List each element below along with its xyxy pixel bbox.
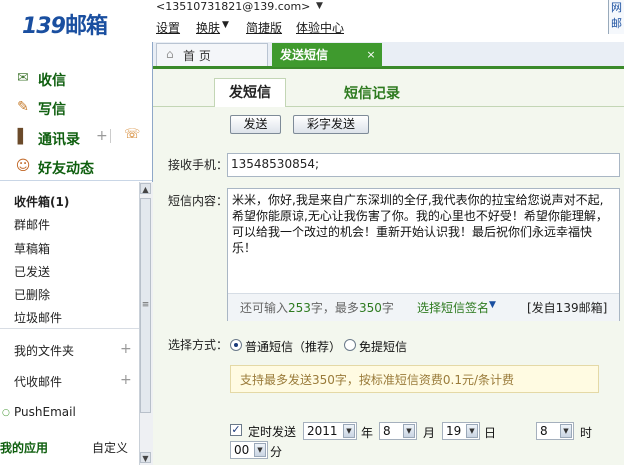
sidebar-divider — [0, 328, 140, 329]
folder-group-mail[interactable]: 群邮件 — [14, 216, 50, 233]
phone-icon[interactable]: ☏ — [124, 127, 140, 142]
sidebar-divider — [0, 180, 152, 181]
customize-link[interactable]: 自定义 — [92, 439, 128, 456]
day-select[interactable]: 19 ▼ — [442, 422, 480, 440]
scroll-up-icon[interactable]: ▲ — [140, 183, 151, 194]
right-panel-text-2[interactable]: 邮 — [609, 16, 624, 32]
logo[interactable]: 139邮箱 — [22, 8, 108, 40]
settings-link[interactable]: 设置 — [156, 19, 180, 36]
folder-inbox[interactable]: 收件箱(1) — [14, 193, 69, 210]
chevron-down-icon: ▼ — [403, 424, 415, 438]
folder-drafts[interactable]: 草稿箱 — [14, 240, 50, 257]
content-label: 短信内容： — [168, 194, 229, 208]
sidebar-item-compose[interactable]: 写信 — [14, 99, 66, 119]
subtab-sms-history[interactable]: 短信记录 — [344, 83, 400, 103]
sidebar-item-receive[interactable]: 收信 — [14, 70, 66, 90]
sidebar-divider — [110, 129, 111, 143]
my-folders[interactable]: 我的文件夹 — [14, 342, 74, 359]
experience-center-link[interactable]: 体验中心 — [296, 19, 344, 36]
radio-normal-label[interactable]: 普通短信（推荐） — [245, 338, 341, 355]
month-select[interactable]: 8 ▼ — [379, 422, 417, 440]
collect-mail[interactable]: 代收邮件 — [14, 373, 62, 390]
hour-unit: 时 — [580, 426, 593, 440]
tip-text: 支持最多发送350字，按标准短信资费0.1元/条计费 — [240, 373, 515, 387]
message-text: 米米，你好,我是来自广东深圳的全仔,我代表你的拉宝给您说声对不起,希望你能原谅,… — [232, 193, 608, 255]
chevron-down-icon: ▼ — [466, 424, 478, 438]
timed-send-label[interactable]: 定时发送 — [248, 423, 296, 440]
close-icon[interactable]: × — [365, 49, 377, 61]
right-edge-panel: 网 邮 — [608, 0, 624, 34]
tab-home[interactable]: ⌂ 首 页 — [156, 43, 268, 66]
year-select[interactable]: 2011 ▼ — [303, 422, 357, 440]
home-icon: ⌂ — [166, 47, 174, 61]
hour-select[interactable]: 8 ▼ — [536, 422, 574, 440]
right-panel-text-1[interactable]: 网 — [609, 0, 624, 16]
skin-caret-icon[interactable]: ▼ — [222, 20, 229, 30]
recipient-value: 13548530854; — [231, 157, 320, 171]
action-bar — [153, 107, 624, 139]
user-email: <13510731821@139.com> — [156, 0, 311, 13]
recipient-label: 接收手机： — [168, 158, 229, 172]
month-unit: 月 — [423, 426, 436, 440]
day-unit: 日 — [484, 426, 497, 440]
sidebar-item-friends[interactable]: 好友动态 — [14, 158, 94, 178]
add-contact-icon[interactable]: + — [96, 128, 108, 144]
minute-select[interactable]: 00 ▼ — [230, 441, 268, 459]
radio-free-label[interactable]: 免提短信 — [359, 338, 407, 355]
char-remaining: 还可输入253字，最多350字 — [240, 301, 394, 315]
push-status-icon: ○ — [2, 408, 10, 418]
signature-select[interactable]: 选择短信签名 — [417, 299, 489, 316]
skin-link[interactable]: 换肤 — [196, 19, 220, 36]
simple-version-link[interactable]: 简捷版 — [246, 19, 282, 36]
add-collect-icon[interactable]: + — [120, 372, 132, 388]
chevron-down-icon: ▼ — [254, 443, 266, 457]
scroll-down-icon[interactable]: ▼ — [140, 452, 151, 463]
scroll-grip-icon: ≡ — [141, 300, 150, 310]
method-label: 选择方式： — [168, 338, 229, 352]
folder-deleted[interactable]: 已删除 — [14, 286, 50, 303]
year-unit: 年 — [361, 426, 374, 440]
chevron-down-icon: ▼ — [560, 424, 572, 438]
radio-normal-sms[interactable] — [230, 339, 242, 351]
signature-tag: [发自139邮箱] — [527, 301, 608, 315]
sidebar-item-contacts[interactable]: 通讯录 — [14, 129, 80, 149]
minute-unit: 分 — [270, 445, 283, 459]
chevron-down-icon: ▼ — [343, 424, 355, 438]
folder-sent[interactable]: 已发送 — [14, 263, 50, 280]
my-apps[interactable]: 我的应用 — [0, 439, 48, 456]
pushemail-link[interactable]: PushEmail — [14, 405, 76, 419]
add-folder-icon[interactable]: + — [120, 341, 132, 357]
chevron-down-icon[interactable]: ▼ — [489, 300, 496, 310]
subtab-send-sms[interactable]: 发短信 — [214, 78, 286, 108]
account-menu-caret-icon[interactable]: ▼ — [316, 1, 323, 11]
radio-free-sms[interactable] — [344, 339, 356, 351]
folder-spam[interactable]: 垃圾邮件 — [14, 309, 62, 326]
timed-send-checkbox[interactable]: ✓ — [230, 424, 242, 436]
colorful-send-button[interactable]: 彩字发送 — [293, 115, 369, 134]
send-button[interactable]: 发送 — [230, 115, 281, 134]
